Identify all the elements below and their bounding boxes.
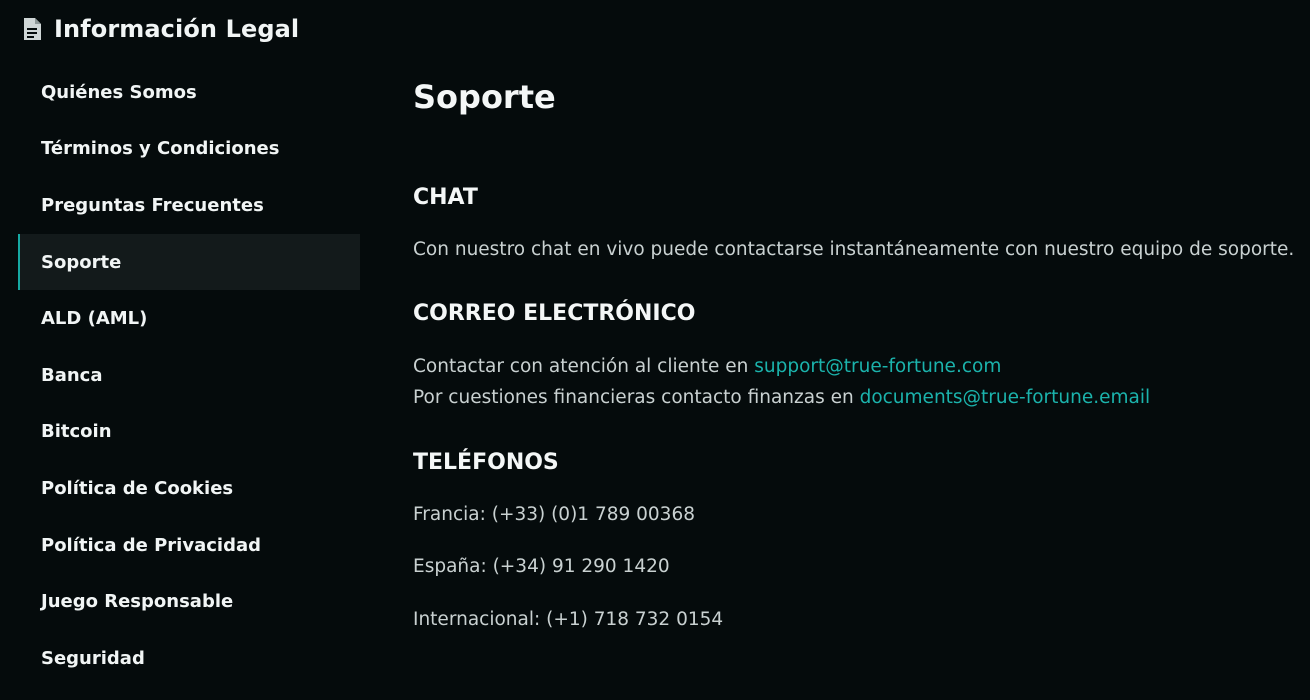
email-heading: CORREO ELECTRÓNICO <box>413 301 696 326</box>
phone-france: Francia: (+33) (0)1 789 00368 <box>413 504 695 525</box>
page-title: Soporte <box>413 78 556 116</box>
chat-heading: CHAT <box>413 185 478 210</box>
support-email-link[interactable]: support@true-fortune.com <box>754 356 1001 377</box>
sidebar-item-banca[interactable]: Banca <box>18 347 360 404</box>
legal-sidebar: Quiénes Somos Términos y Condiciones Pre… <box>18 64 360 687</box>
email-line-support: Contactar con atención al cliente en sup… <box>413 356 1001 377</box>
sidebar-item-bitcoin[interactable]: Bitcoin <box>18 404 360 461</box>
sidebar-item-soporte[interactable]: Soporte <box>18 233 360 291</box>
sidebar-item-privacidad[interactable]: Política de Privacidad <box>18 517 360 574</box>
phone-international: Internacional: (+1) 718 732 0154 <box>413 609 724 630</box>
email-line-finance: Por cuestiones financieras contacto fina… <box>413 387 1150 408</box>
sidebar-item-juego-responsable[interactable]: Juego Responsable <box>18 573 360 630</box>
documents-email-link[interactable]: documents@true-fortune.email <box>860 387 1151 408</box>
phone-spain: España: (+34) 91 290 1420 <box>413 556 670 577</box>
email-line-support-text: Contactar con atención al cliente en <box>413 356 755 377</box>
phones-heading: TELÉFONOS <box>413 450 559 475</box>
sidebar-item-ald-aml[interactable]: ALD (AML) <box>18 290 360 347</box>
header-title: Información Legal <box>54 15 300 43</box>
sidebar-item-terminos[interactable]: Términos y Condiciones <box>18 121 360 178</box>
sidebar-item-preguntas-frecuentes[interactable]: Preguntas Frecuentes <box>18 177 360 234</box>
email-line-finance-text: Por cuestiones financieras contacto fina… <box>413 387 860 408</box>
sidebar-item-seguridad[interactable]: Seguridad <box>18 630 360 687</box>
page-header: Información Legal <box>22 12 299 46</box>
document-icon <box>22 17 42 41</box>
sidebar-item-quienes-somos[interactable]: Quiénes Somos <box>18 64 360 121</box>
chat-text: Con nuestro chat en vivo puede contactar… <box>413 239 1295 260</box>
sidebar-item-cookies[interactable]: Política de Cookies <box>18 460 360 517</box>
